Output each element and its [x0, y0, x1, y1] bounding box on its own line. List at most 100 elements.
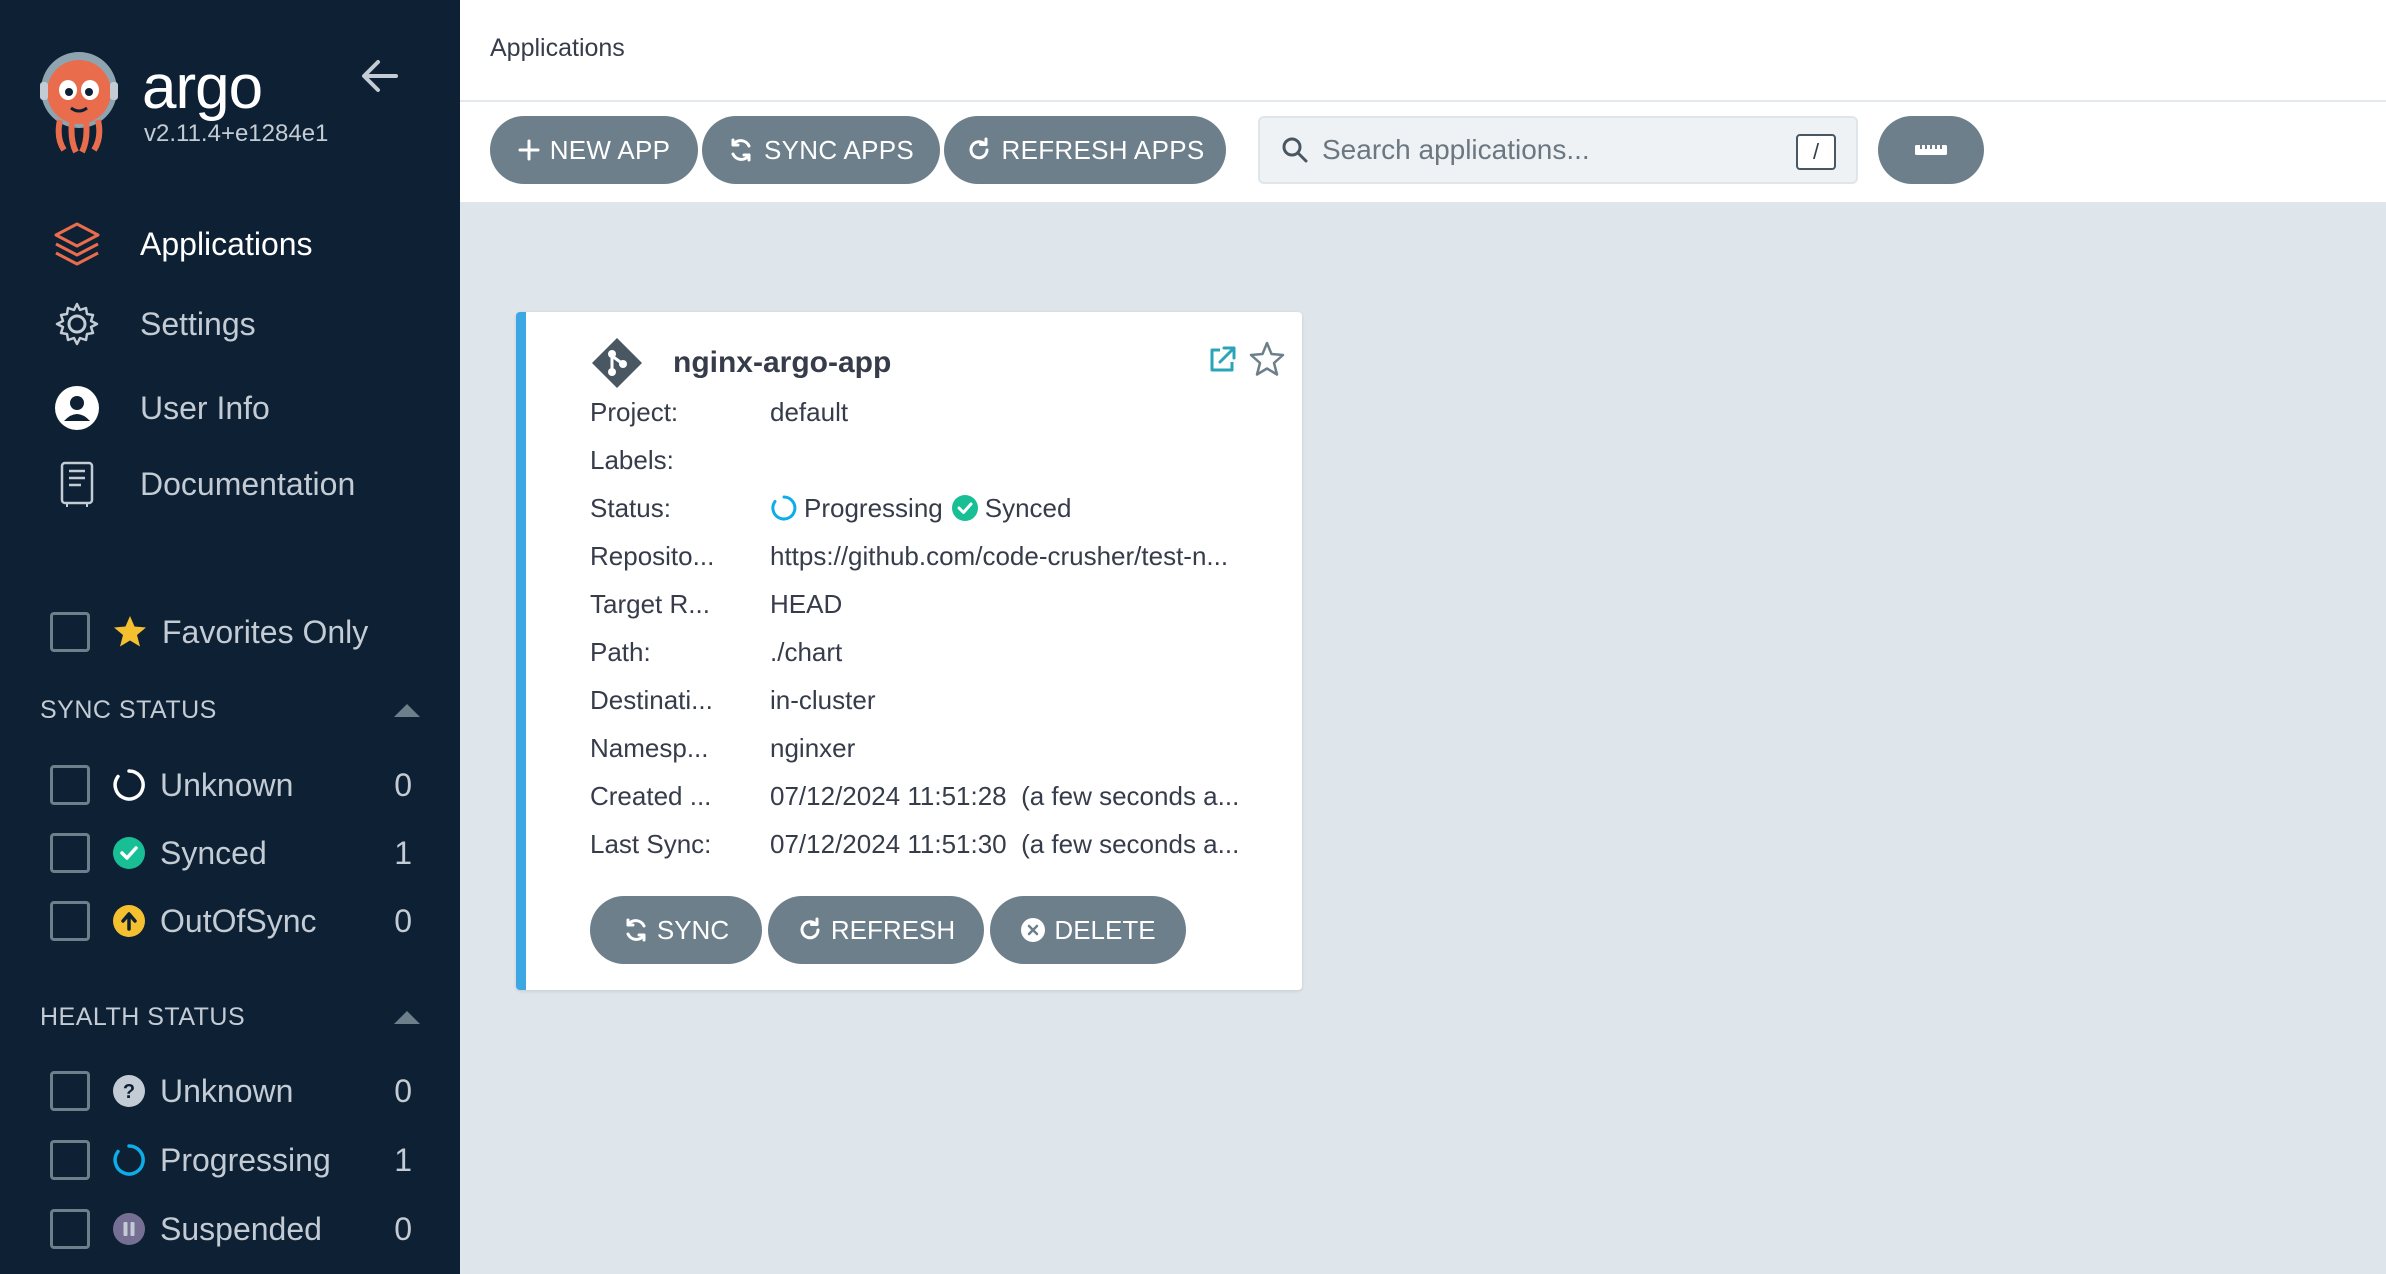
field-key: Labels: — [590, 444, 674, 475]
filter-count: 0 — [394, 1210, 412, 1247]
nav-label: Settings — [140, 305, 256, 342]
nav-documentation[interactable]: Documentation — [50, 454, 355, 514]
delete-button[interactable]: DELETE — [990, 896, 1186, 964]
filter-health-progressing[interactable]: Progressing 1 — [50, 1138, 412, 1182]
field-key: Reposito... — [590, 540, 715, 571]
field-key: Target R... — [590, 588, 710, 619]
search-input[interactable] — [1322, 134, 1782, 166]
external-link-icon[interactable] — [1206, 344, 1238, 376]
filter-health-suspended[interactable]: Suspended 0 — [50, 1207, 412, 1251]
favorites-only-filter[interactable]: Favorites Only — [50, 612, 368, 652]
nav-applications[interactable]: Applications — [50, 214, 313, 274]
argo-logo[interactable] — [38, 50, 158, 160]
git-icon — [592, 338, 642, 388]
field-destination: Destinati... in-cluster — [590, 680, 1290, 720]
x-circle-icon — [1021, 918, 1046, 942]
field-project: Project: default — [590, 392, 1290, 432]
nav-settings[interactable]: Settings — [50, 294, 256, 354]
filter-health-unknown[interactable]: ? Unknown 0 — [50, 1069, 412, 1113]
filter-sync-unknown[interactable]: Unknown 0 — [50, 763, 412, 807]
app-card[interactable]: nginx-argo-app Project: default Labels: … — [516, 312, 1302, 990]
question-circle-icon: ? — [112, 1074, 146, 1108]
filter-count: 0 — [394, 766, 412, 803]
arrow-up-circle-icon — [112, 904, 146, 938]
refresh-label: REFRESH — [830, 914, 956, 945]
nav-user-info[interactable]: User Info — [50, 378, 270, 438]
nav-label: Applications — [140, 225, 313, 262]
field-key: Project: — [590, 396, 679, 427]
sync-apps-label: SYNC APPS — [763, 134, 915, 165]
field-key: Status: — [590, 492, 671, 523]
field-last-sync: Last Sync: 07/12/2024 11:51:30 (a few se… — [590, 824, 1290, 864]
field-value: in-cluster — [770, 684, 876, 715]
pause-circle-icon — [112, 1212, 146, 1246]
filter-checkbox[interactable] — [50, 833, 90, 873]
app-name[interactable]: nginx-argo-app — [673, 346, 891, 380]
check-circle-icon — [112, 836, 146, 870]
field-key: Last Sync: — [590, 828, 712, 859]
field-status: Status: Progressing Synced — [590, 488, 1290, 528]
favorites-label: Favorites Only — [162, 613, 369, 650]
refresh-icon — [800, 917, 820, 940]
refresh-button[interactable]: REFRESH — [768, 896, 984, 964]
field-value: default — [770, 396, 849, 427]
field-key: Created ... — [590, 780, 712, 811]
favorites-checkbox[interactable] — [50, 612, 90, 652]
search-shortcut-key: / — [1796, 134, 1836, 170]
version-label: v2.11.4+e1284e1 — [144, 120, 329, 147]
refresh-apps-label: REFRESH APPS — [1001, 134, 1205, 165]
field-created: Created ... 07/12/2024 11:51:28 (a few s… — [590, 776, 1290, 816]
field-value: 07/12/2024 11:51:30 (a few seconds a... — [770, 828, 1240, 859]
sidebar: argo v2.11.4+e1284e1 Applications Settin… — [0, 0, 460, 1274]
field-key: Path: — [590, 636, 651, 667]
caret-up-icon[interactable] — [394, 704, 420, 717]
search-icon — [1282, 137, 1308, 163]
filter-count: 1 — [394, 834, 412, 871]
new-app-button[interactable]: NEW APP — [490, 116, 698, 184]
toolbar: NEW APP SYNC APPS REFRESH APPS / — [460, 102, 2386, 202]
filter-count: 1 — [394, 1141, 412, 1178]
collapse-sidebar-button[interactable] — [358, 54, 402, 98]
caret-up-icon[interactable] — [394, 1011, 420, 1024]
arrow-left-icon — [362, 60, 398, 92]
sync-icon — [626, 918, 646, 942]
page-title: Applications — [490, 34, 625, 62]
filter-checkbox[interactable] — [50, 901, 90, 941]
sync-apps-button[interactable]: SYNC APPS — [702, 116, 940, 184]
filter-checkbox[interactable] — [50, 1209, 90, 1249]
sync-button[interactable]: SYNC — [590, 896, 762, 964]
field-target-revision: Target R... HEAD — [590, 584, 1290, 624]
field-namespace: Namesp... nginxer — [590, 728, 1290, 768]
field-value: https://github.com/code-crusher/test-n..… — [770, 540, 1229, 571]
field-labels: Labels: — [590, 440, 1290, 480]
circle-outline-icon — [112, 768, 146, 802]
layers-icon — [50, 217, 104, 271]
health-status-text: Progressing — [804, 492, 943, 523]
filter-checkbox[interactable] — [50, 1071, 90, 1111]
nav-label: Documentation — [140, 465, 356, 502]
field-value: HEAD — [770, 588, 843, 619]
star-outline-icon[interactable] — [1248, 340, 1286, 378]
book-icon — [50, 457, 104, 511]
sync-status-header[interactable]: SYNC STATUS — [40, 696, 420, 725]
filter-count: 0 — [394, 1072, 412, 1109]
filter-checkbox[interactable] — [50, 1140, 90, 1180]
field-value: nginxer — [770, 732, 856, 763]
tiles-icon — [1915, 145, 1947, 155]
new-app-label: NEW APP — [549, 134, 671, 165]
field-repository: Reposito... https://github.com/code-crus… — [590, 536, 1290, 576]
health-status-header[interactable]: HEALTH STATUS — [40, 1003, 420, 1032]
filter-label: Synced — [160, 834, 267, 871]
brand-name: argo — [142, 53, 263, 122]
refresh-apps-button[interactable]: REFRESH APPS — [944, 116, 1226, 184]
health-status-title: HEALTH STATUS — [40, 1003, 246, 1031]
filter-sync-outofsync[interactable]: OutOfSync 0 — [50, 899, 412, 943]
search-box[interactable]: / — [1258, 116, 1858, 184]
filter-label: OutOfSync — [160, 902, 317, 939]
filter-checkbox[interactable] — [50, 765, 90, 805]
sync-status-title: SYNC STATUS — [40, 696, 217, 724]
field-key: Destinati... — [590, 684, 713, 715]
filter-sync-synced[interactable]: Synced 1 — [50, 831, 412, 875]
filter-label: Unknown — [160, 1072, 294, 1109]
view-mode-button[interactable] — [1878, 116, 1984, 184]
